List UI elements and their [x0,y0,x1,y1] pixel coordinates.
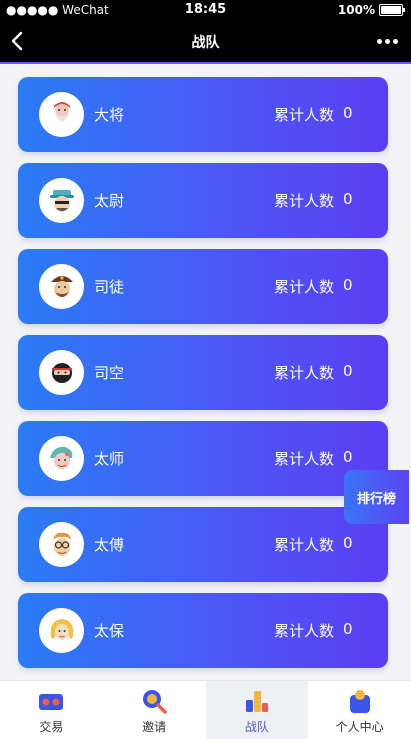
ninja-avatar [39,350,84,395]
bottom-tab-bar: 交易 邀请 战队 个人中心 [0,680,411,739]
count-label: 累计人数 [274,278,335,296]
battery-icon [379,4,405,16]
tab-trade[interactable]: 交易 [0,681,103,739]
count-value: 0 [343,104,353,122]
more-dots-icon[interactable] [377,32,401,50]
battery-indicator: 100% [337,3,405,17]
user-icon [349,690,370,713]
count-label: 累计人数 [274,106,335,124]
team-name: 司空 [94,364,125,382]
team-card-dajiang[interactable]: 大将 累计人数 0 [18,77,388,152]
tab-profile[interactable]: 个人中心 [308,681,411,739]
vr-goggles-icon [39,694,64,710]
battery-percent: 100% [337,3,375,17]
count-label: 累计人数 [274,536,335,554]
status-bar: ●●●●● WeChat 18:45 100% [0,0,411,20]
team-card-taiwei[interactable]: 太尉 累计人数 0 [18,163,388,238]
granny-avatar [39,436,84,481]
page-title: 战队 [191,35,220,51]
team-card-sikong[interactable]: 司空 累计人数 0 [18,335,388,410]
tab-label: 战队 [244,720,269,734]
team-card-taishi[interactable]: 太师 累计人数 0 [18,421,388,496]
team-card-situ[interactable]: 司徒 累计人数 0 [18,249,388,324]
team-card-taifu[interactable]: 太傅 累计人数 0 [18,507,388,582]
leaderboard-button[interactable]: 排行榜 [344,470,409,524]
count-value: 0 [343,362,353,380]
hat-man-avatar [39,178,84,223]
count-label: 累计人数 [274,450,335,468]
team-name: 司徒 [94,278,125,296]
count-value: 0 [343,534,353,552]
count-value: 0 [343,620,353,638]
magnifier-icon [143,690,167,714]
nav-bar: 战队 [0,20,411,64]
tab-label: 交易 [39,720,64,734]
tab-invite[interactable]: 邀请 [103,681,206,739]
count-label: 累计人数 [274,622,335,640]
count-label: 累计人数 [274,192,335,210]
count-value: 0 [343,448,353,466]
tab-label: 邀请 [142,720,167,734]
pirate-avatar [39,264,84,309]
team-card-taibao[interactable]: 太保 累计人数 0 [18,593,388,668]
team-name: 太傅 [94,536,125,554]
team-list: 大将 累计人数 0 太尉 累计人数 0 司徒 累计人数 0 司空 累计人数 0 … [18,77,388,679]
count-value: 0 [343,190,353,208]
bar-chart-icon [245,691,268,712]
blonde-girl-avatar [39,608,84,653]
count-value: 0 [343,276,353,294]
red-beard-avatar [39,92,84,137]
tab-team[interactable]: 战队 [205,681,309,739]
team-name: 太师 [94,450,125,468]
team-name: 大将 [94,106,125,124]
glasses-man-avatar [39,522,84,567]
tab-label: 个人中心 [335,720,384,734]
count-label: 累计人数 [274,364,335,382]
team-name: 太尉 [94,192,125,210]
team-name: 太保 [94,622,125,640]
